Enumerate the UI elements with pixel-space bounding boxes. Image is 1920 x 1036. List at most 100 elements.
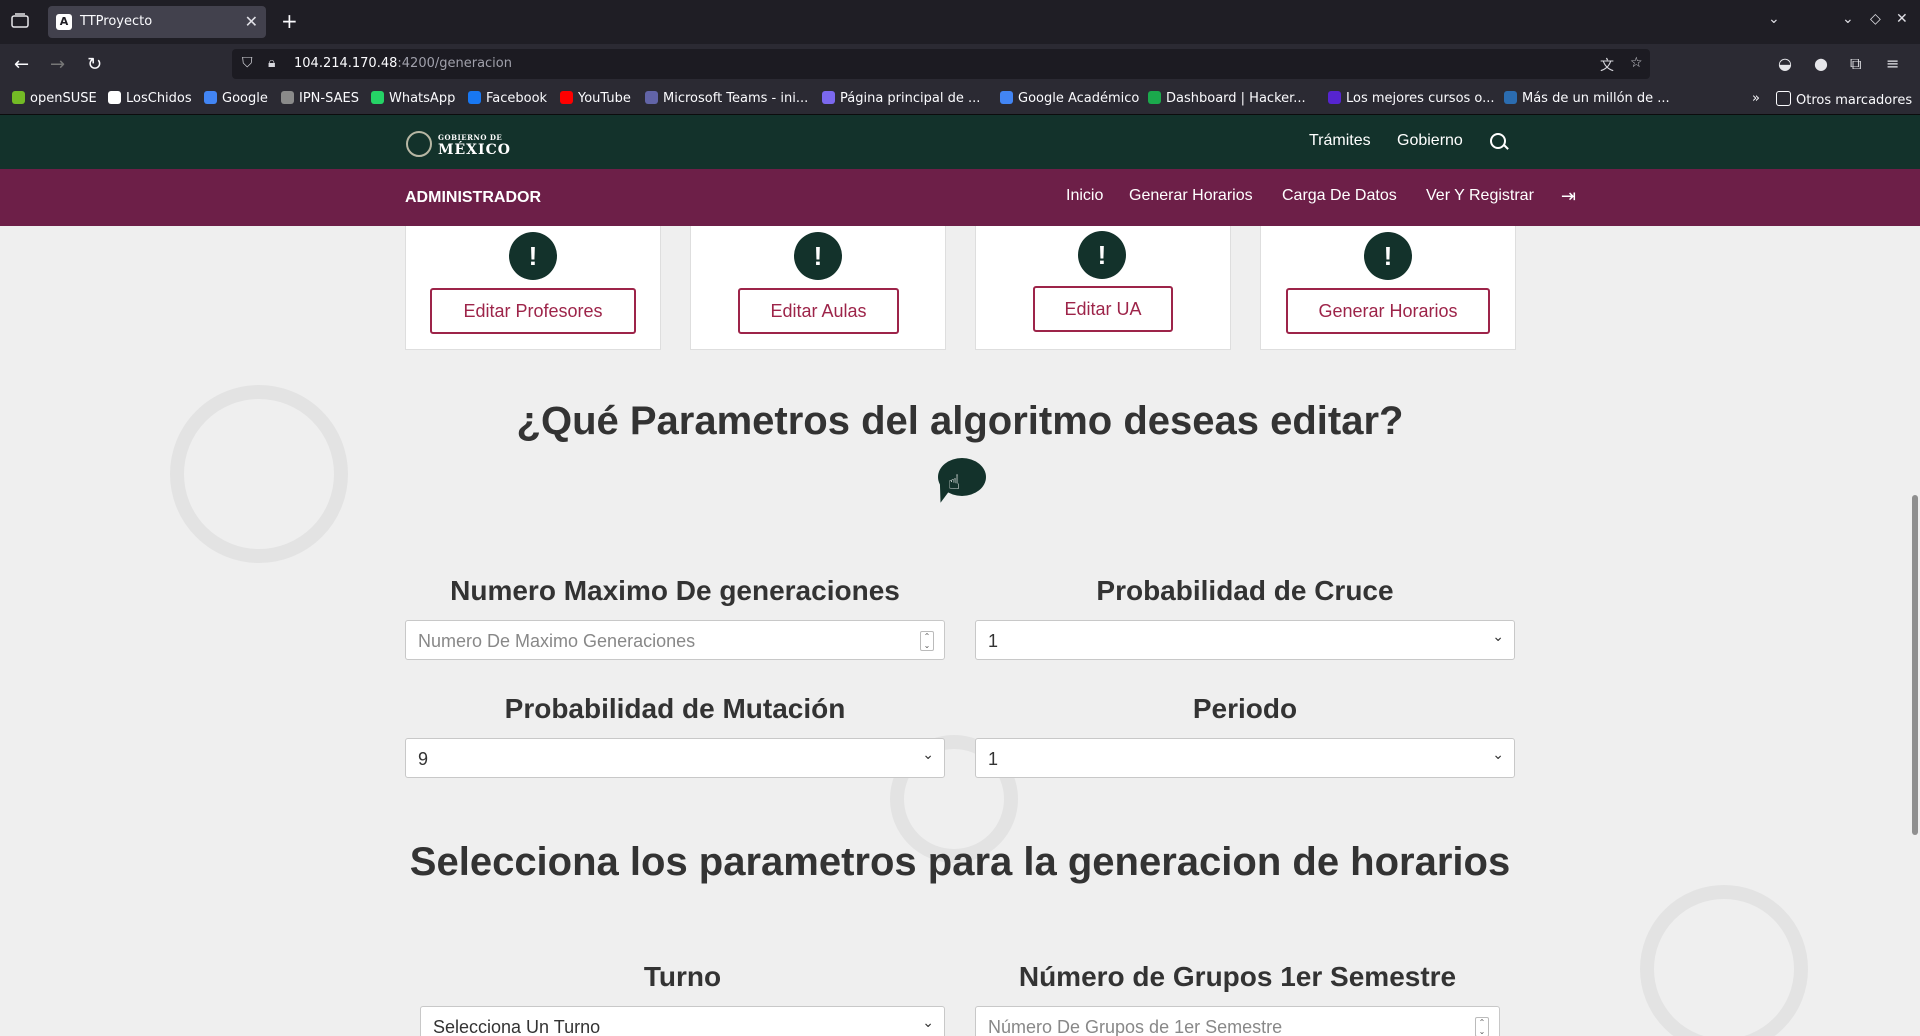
- bookmark-item[interactable]: Más de un millón de ...: [1504, 91, 1670, 106]
- tab-strip: A TTProyecto ✕ + ⌄ ⌄ ◇ ✕: [0, 0, 1920, 44]
- translate-icon[interactable]: 文: [1600, 55, 1614, 75]
- url-text[interactable]: 104.214.170.48:4200/generacion: [294, 56, 512, 71]
- number-spinner-icon[interactable]: ⌃ ⌄: [920, 631, 934, 651]
- label-grupos-1er-semestre: Número de Grupos 1er Semestre: [1018, 961, 1457, 992]
- lock-icon[interactable]: 🔒︎: [268, 55, 275, 71]
- tramites-link[interactable]: Trámites: [1309, 132, 1371, 150]
- bookmark-favicon-icon: [371, 91, 384, 104]
- gov-header: GOBIERNO DE MÉXICO Trámites Gobierno: [0, 115, 1920, 169]
- bookmark-item[interactable]: Google Académico: [1000, 91, 1139, 106]
- bookmark-favicon-icon: [468, 91, 481, 104]
- folder-icon: [1776, 91, 1791, 106]
- editar-profesores-button[interactable]: Editar Profesores: [430, 288, 636, 334]
- chat-icon[interactable]: [938, 458, 986, 496]
- card-aulas: ! Editar Aulas: [690, 226, 946, 350]
- angular-favicon-icon: A: [56, 14, 72, 30]
- turno-select[interactable]: Selecciona Un Turno ⌄: [420, 1006, 945, 1036]
- bookmark-item[interactable]: Microsoft Teams - ini...: [645, 91, 808, 106]
- account-icon[interactable]: ●: [1814, 54, 1828, 73]
- editar-ua-button[interactable]: Editar UA: [1033, 286, 1173, 332]
- bookmark-favicon-icon: [1148, 91, 1161, 104]
- hand-cursor-icon: ☝: [948, 470, 961, 494]
- max-generaciones-input[interactable]: Numero De Maximo Generaciones ⌃ ⌄: [405, 620, 945, 660]
- nav-ver-y-registrar[interactable]: Ver Y Registrar: [1426, 187, 1534, 205]
- gobierno-link[interactable]: Gobierno: [1397, 132, 1463, 150]
- other-bookmarks[interactable]: Otros marcadores: [1776, 91, 1912, 108]
- minimize-icon[interactable]: ⌄: [1842, 11, 1854, 27]
- probabilidad-cruce-value: 1: [988, 631, 999, 651]
- periodo-value: 1: [988, 749, 999, 769]
- tab-list-icon[interactable]: [11, 13, 29, 29]
- restore-icon[interactable]: ◇: [1870, 11, 1881, 27]
- close-tab-icon[interactable]: ✕: [245, 12, 258, 31]
- page-scrollbar[interactable]: [1912, 495, 1918, 835]
- bookmark-star-icon[interactable]: ☆: [1630, 55, 1643, 71]
- watermark-gear-icon: [170, 385, 348, 563]
- other-bookmarks-label: Otros marcadores: [1796, 93, 1913, 108]
- reload-icon[interactable]: ↻: [87, 54, 102, 75]
- chevron-down-icon: ⌄: [922, 747, 934, 763]
- grupos-1er-semestre-input[interactable]: Número De Grupos de 1er Semestre ⌃ ⌄: [975, 1006, 1500, 1036]
- url-bar[interactable]: ⛉ 🔒︎ 104.214.170.48:4200/generacion 文 ☆: [232, 49, 1650, 79]
- generar-horarios-button[interactable]: Generar Horarios: [1286, 288, 1490, 334]
- forward-arrow-icon[interactable]: →: [50, 54, 65, 75]
- browser-tab[interactable]: A TTProyecto ✕: [48, 6, 266, 38]
- bookmark-item[interactable]: WhatsApp: [371, 91, 455, 106]
- turno-value: Selecciona Un Turno: [433, 1017, 601, 1036]
- number-spinner-icon[interactable]: ⌃ ⌄: [1475, 1017, 1489, 1036]
- watermark-gear-icon: [1640, 885, 1808, 1036]
- bookmark-favicon-icon: [204, 91, 217, 104]
- tab-title: TTProyecto: [80, 14, 153, 29]
- alert-icon: !: [509, 232, 557, 280]
- search-icon[interactable]: [1490, 133, 1506, 149]
- card-generar: ! Generar Horarios: [1260, 226, 1516, 350]
- close-window-icon[interactable]: ✕: [1896, 11, 1908, 27]
- logo-small-text: GOBIERNO DE: [438, 133, 503, 142]
- probabilidad-cruce-select[interactable]: 1 ⌄: [975, 620, 1515, 660]
- logout-icon[interactable]: ⇥: [1561, 186, 1576, 207]
- bookmark-favicon-icon: [645, 91, 658, 104]
- logo-big-text: MÉXICO: [438, 142, 511, 158]
- list-all-tabs-icon[interactable]: ⌄: [1768, 11, 1780, 27]
- bookmark-item[interactable]: IPN-SAES: [281, 91, 359, 106]
- card-profesores: ! Editar Profesores: [405, 226, 661, 350]
- bookmark-item[interactable]: YouTube: [560, 91, 631, 106]
- label-probabilidad-mutacion: Probabilidad de Mutación: [504, 693, 846, 724]
- bookmark-favicon-icon: [12, 91, 25, 104]
- nav-inicio[interactable]: Inicio: [1066, 187, 1103, 205]
- bookmark-favicon-icon: [1504, 91, 1517, 104]
- bookmark-label: LosChidos: [126, 91, 192, 106]
- nav-generar-horarios[interactable]: Generar Horarios: [1129, 187, 1253, 205]
- alert-icon: !: [794, 232, 842, 280]
- chevron-down-icon: ⌄: [1492, 629, 1504, 645]
- menu-icon[interactable]: ≡: [1886, 54, 1899, 73]
- bookmark-item[interactable]: Página principal de ...: [822, 91, 980, 106]
- bookmark-label: Google Académico: [1018, 91, 1140, 106]
- shield-icon[interactable]: ⛉: [242, 55, 253, 71]
- pocket-icon[interactable]: ◒: [1778, 54, 1792, 73]
- card-ua: ! Editar UA: [975, 226, 1231, 350]
- bookmark-favicon-icon: [822, 91, 835, 104]
- extensions-icon[interactable]: ⧉: [1850, 54, 1861, 74]
- chevron-right-icon[interactable]: »: [1752, 91, 1760, 106]
- bookmark-item[interactable]: LosChidos: [108, 91, 192, 106]
- bookmark-item[interactable]: Google: [204, 91, 268, 106]
- bookmark-item[interactable]: Los mejores cursos o...: [1328, 91, 1495, 106]
- bookmark-label: Facebook: [486, 91, 548, 106]
- max-generaciones-placeholder: Numero De Maximo Generaciones: [418, 631, 696, 651]
- periodo-select[interactable]: 1 ⌄: [975, 738, 1515, 778]
- bookmark-item[interactable]: openSUSE: [12, 91, 97, 106]
- back-arrow-icon[interactable]: ←: [14, 54, 29, 75]
- new-tab-button[interactable]: +: [281, 9, 298, 33]
- editar-aulas-button[interactable]: Editar Aulas: [738, 288, 899, 334]
- bookmark-favicon-icon: [560, 91, 573, 104]
- page-content: GOBIERNO DE MÉXICO Trámites Gobierno ADM…: [0, 115, 1920, 1036]
- bookmark-item[interactable]: Dashboard | Hacker...: [1148, 91, 1306, 106]
- probabilidad-mutacion-select[interactable]: 9 ⌄: [405, 738, 945, 778]
- bookmark-label: IPN-SAES: [299, 91, 359, 106]
- label-turno: Turno: [643, 961, 722, 992]
- probabilidad-mutacion-value: 9: [418, 749, 429, 769]
- bookmark-item[interactable]: Facebook: [468, 91, 547, 106]
- bookmark-label: Microsoft Teams - ini...: [663, 91, 809, 106]
- nav-carga-de-datos[interactable]: Carga De Datos: [1282, 187, 1397, 205]
